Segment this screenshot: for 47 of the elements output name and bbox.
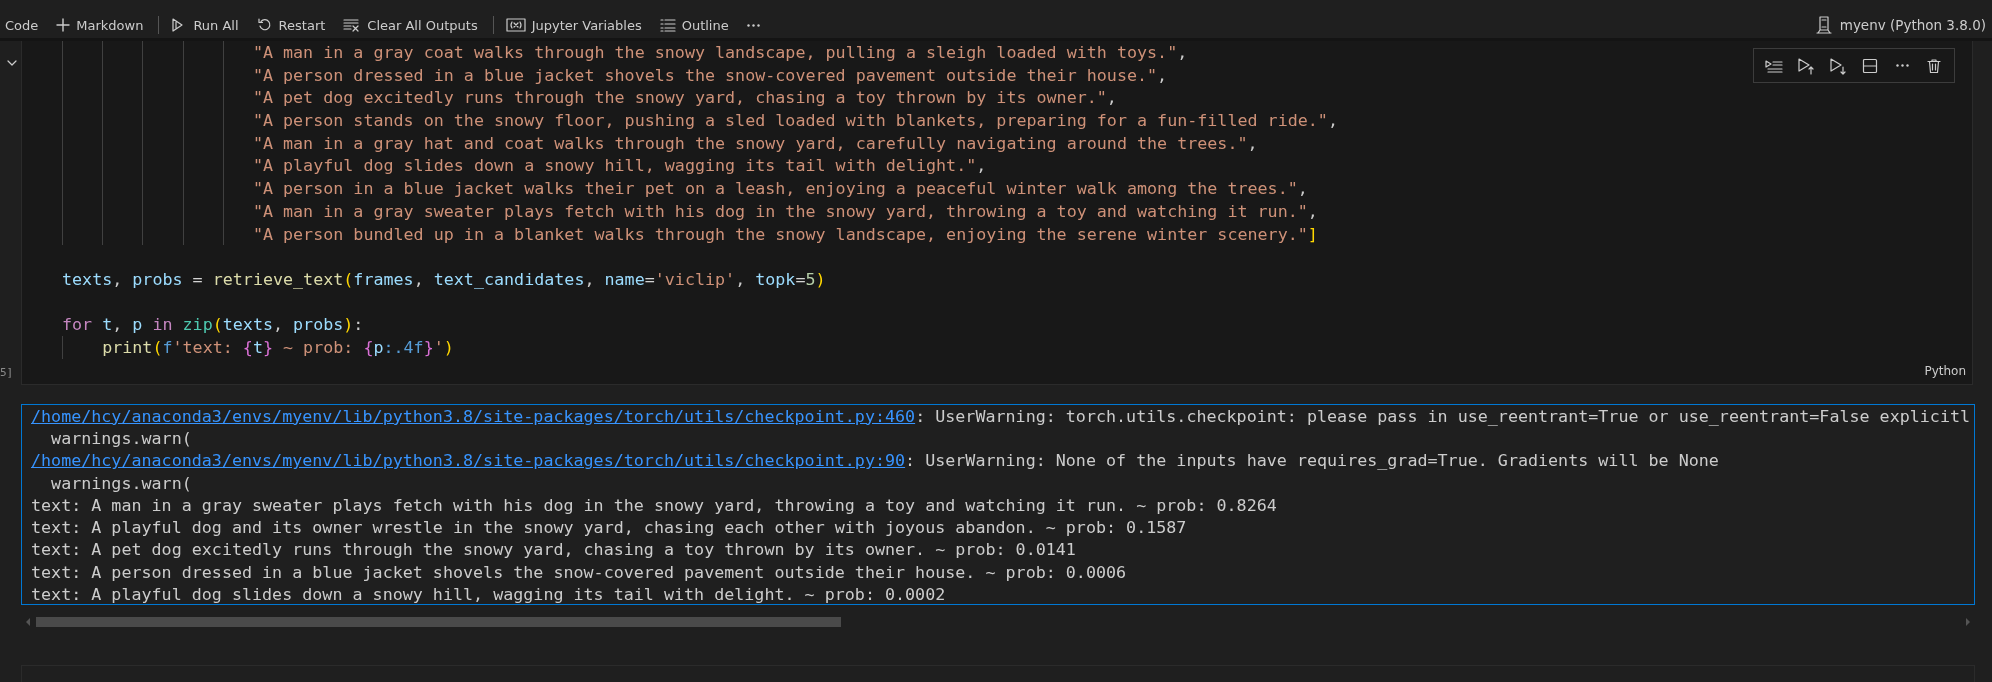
delete-icon <box>1926 57 1942 74</box>
code-line: texts, probs = retrieve_text(frames, text_candidates, name='viclip', topk=5) <box>62 268 826 289</box>
output-line: /home/hcy/anaconda3/envs/myenv/lib/python3.8/site-packages/torch/utils/checkpoint.py:460: UserWarning: torch.utils.checkpoint: please pass in use_reentrant=True or use_reentrant=False explicitl <box>31 405 1971 426</box>
code-line: "A person stands on the snowy floor, pushing a sled loaded with blankets, preparing for a fun-filled ride.", <box>252 110 1338 131</box>
code-line: "A person in a blue jacket walks their pet on a leash, enjoying a peaceful winter walk among the trees.", <box>252 178 1308 199</box>
more-icon <box>1895 64 1909 67</box>
code-line: "A playful dog slides down a snowy hill, wagging its tail with delight.", <box>252 155 987 176</box>
code-line: "A person dressed in a blue jacket shovels the snow-covered pavement outside their house.", <box>252 64 1168 85</box>
restart-icon <box>256 17 273 33</box>
code-line: "A man in a gray coat walks through the snowy landscape, pulling a sleigh loaded with toys.", <box>252 42 1188 62</box>
add-markdown-button[interactable]: Markdown <box>56 17 144 33</box>
file-link[interactable]: /home/hcy/anaconda3/envs/myenv/lib/python3.8/site-packages/torch/utils/checkpoint.py:460 <box>31 405 916 426</box>
code-line: print(f'text: {t} ~ prob: {p:.4f}') <box>102 336 454 357</box>
language-label[interactable]: Python <box>1924 364 1966 379</box>
restart-button[interactable]: Restart <box>256 17 326 33</box>
plus-icon <box>56 18 71 32</box>
code-line: "A person bundled up in a blanket walks through the snowy landscape, enjoying the serene winter scenery."] <box>252 223 1318 244</box>
file-link[interactable]: /home/hcy/anaconda3/envs/myenv/lib/python3.8/site-packages/torch/utils/checkpoint.py:90 <box>31 450 906 471</box>
code-line: "A pet dog excitedly runs through the snowy yard, chasing a toy thrown by its owner.", <box>252 87 1117 108</box>
variables-icon <box>505 17 526 33</box>
output-line: text: A pet dog excitedly runs through the snowy yard, chasing a toy thrown by its owner. ~ prob: 0.0141 <box>31 539 1076 560</box>
output-line: text: A playful dog slides down a snowy hill, wagging its tail with delight. ~ prob: 0.0002 <box>31 584 946 604</box>
more-icon <box>746 23 760 27</box>
outline-icon <box>659 17 676 33</box>
kernel-picker[interactable]: myenv (Python 3.8.0) <box>1815 16 1986 34</box>
output-line: text: A playful dog and its owner wrestle in the snowy yard, chasing each other with joyous abandon. ~ prob: 0.1587 <box>31 517 1187 538</box>
run-all-button[interactable]: Run All <box>171 17 239 33</box>
collapse-chevron-icon[interactable] <box>6 59 18 67</box>
computer-icon <box>1815 16 1832 34</box>
variables-button[interactable]: Jupyter Variables <box>505 17 642 33</box>
output-line: /home/hcy/anaconda3/envs/myenv/lib/python3.8/site-packages/torch/utils/checkpoint.py:90: UserWarning: None of the inputs have requires_grad=True. Gradients will be None <box>31 450 1719 471</box>
code-line: "A man in a gray hat and coat walks through the snowy yard, carefully navigating around the trees.", <box>252 132 1258 153</box>
execution-count: 5] <box>0 365 14 379</box>
more-button[interactable] <box>746 23 760 27</box>
run-above-icon <box>1797 56 1815 75</box>
output-line: warnings.warn( <box>50 472 192 493</box>
code-button[interactable]: Code <box>5 17 39 33</box>
output-line: text: A person dressed in a blue jacket shovels the snow-covered pavement outside their house. ~ prob: 0.0006 <box>31 561 1127 582</box>
output-line: warnings.warn( <box>50 427 192 448</box>
outline-button[interactable]: Outline <box>659 17 729 33</box>
run-below-icon <box>1829 56 1847 75</box>
clear-outputs-button[interactable]: Clear All Outputs <box>343 17 478 33</box>
output-line: text: A man in a gray sweater plays fetch with his dog in the snowy yard, throwing a toy and watching it run. ~ prob: 0.8264 <box>31 494 1277 515</box>
code-line: "A man in a gray sweater plays fetch with his dog in the snowy yard, throwing a toy and watching it run.", <box>252 200 1318 221</box>
split-cell-icon <box>1862 57 1878 74</box>
scrollbar-thumb[interactable] <box>36 616 841 627</box>
code-line: for t, p in zip(texts, probs): <box>62 314 364 335</box>
